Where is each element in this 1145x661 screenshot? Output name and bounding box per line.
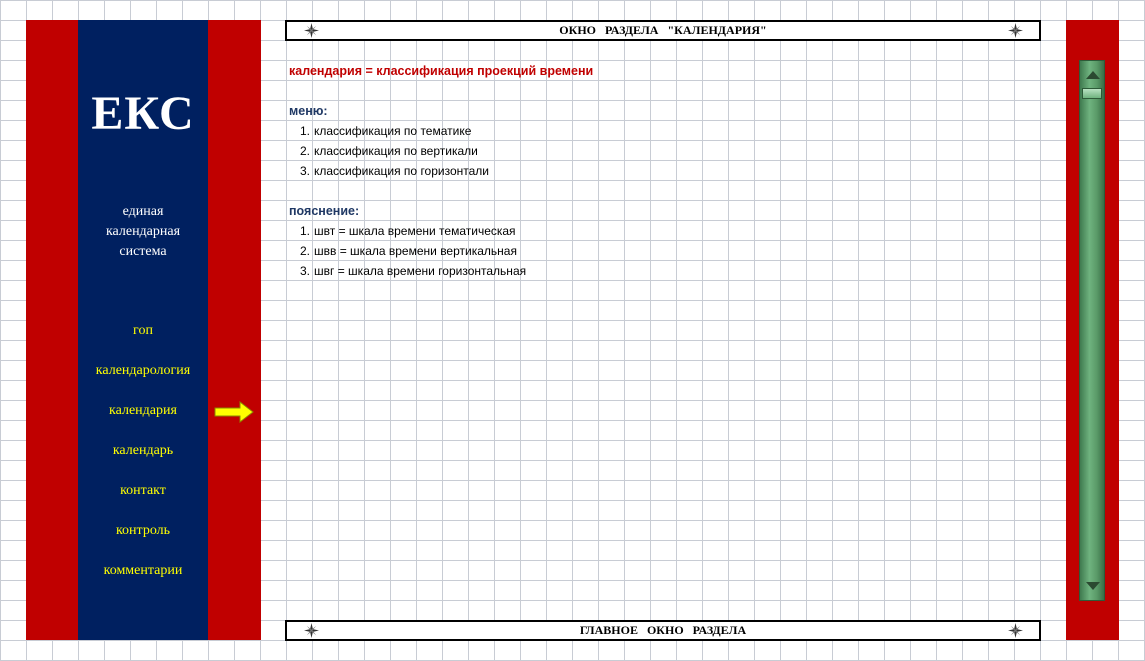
bottom-bar-text: ГЛАВНОЕ ОКНО РАЗДЕЛА [579, 623, 747, 637]
note-item-number: 1. [299, 224, 310, 238]
menu-title: меню: [289, 104, 328, 118]
nav-item-comments[interactable]: комментарии [78, 561, 208, 581]
menu-item-label: классификация по тематике [314, 124, 472, 138]
vertical-scrollbar[interactable] [1079, 60, 1105, 601]
headline: календария = классификация проекций врем… [289, 64, 594, 78]
top-title-text: ОКНО РАЗДЕЛА "КАЛЕНДАРИЯ" [559, 23, 767, 37]
menu-item[interactable]: 2. классификация по вертикали [289, 141, 489, 161]
nav-item-calendar[interactable]: календарь [78, 441, 208, 461]
compass-star-icon [304, 23, 319, 38]
menu-item-label: классификация по горизонтали [314, 164, 490, 178]
compass-star-icon [1008, 23, 1023, 38]
menu-item-label: классификация по вертикали [314, 144, 478, 158]
sidebar-left-stripe [26, 20, 78, 640]
notes-list: 1. швт = шкала времени тематическая 2. швв… [289, 221, 526, 281]
note-item-text: швт = шкала времени тематическая [314, 224, 516, 238]
scroll-up-arrow-icon[interactable] [1086, 71, 1100, 79]
right-arrow-icon [214, 401, 254, 423]
note-item-number: 3. [299, 264, 310, 278]
menu-item[interactable]: 1. классификация по тематике [289, 121, 489, 141]
scroll-thumb[interactable] [1082, 88, 1102, 99]
note-item-text: швв = шкала времени вертикальная [314, 244, 517, 258]
top-title-bar: ОКНО РАЗДЕЛА "КАЛЕНДАРИЯ" [285, 20, 1041, 41]
bottom-main-window-bar[interactable]: ГЛАВНОЕ ОКНО РАЗДЕЛА [285, 620, 1041, 641]
note-item: 1. швт = шкала времени тематическая [289, 221, 526, 241]
sidebar-right-stripe [208, 20, 261, 640]
menu-item-number: 2. [299, 144, 310, 158]
nav-item-control[interactable]: контроль [78, 521, 208, 541]
note-item-text: швг = шкала времени горизонтальная [314, 264, 527, 278]
menu-item-number: 3. [299, 164, 310, 178]
menu-list: 1. классификация по тематике 2. классифика… [289, 121, 489, 181]
logo: ЕКС [91, 87, 195, 140]
logo-subtitle: единая календарная система [105, 204, 181, 259]
nav-item-calendaria[interactable]: календария [78, 401, 208, 421]
compass-star-icon [304, 623, 319, 638]
notes-title: пояснение: [289, 204, 360, 218]
nav-item-contact[interactable]: контакт [78, 481, 208, 501]
menu-item[interactable]: 3. классификация по горизонтали [289, 161, 489, 181]
note-item-number: 2. [299, 244, 310, 258]
note-item: 3. швг = шкала времени горизонтальная [289, 261, 526, 281]
menu-item-number: 1. [299, 124, 310, 138]
note-item: 2. швв = шкала времени вертикальная [289, 241, 526, 261]
nav-item-calendarology[interactable]: календарология [78, 361, 208, 381]
nav-item-gop[interactable]: гоп [78, 321, 208, 341]
compass-star-icon [1008, 623, 1023, 638]
scroll-down-arrow-icon[interactable] [1086, 582, 1100, 590]
